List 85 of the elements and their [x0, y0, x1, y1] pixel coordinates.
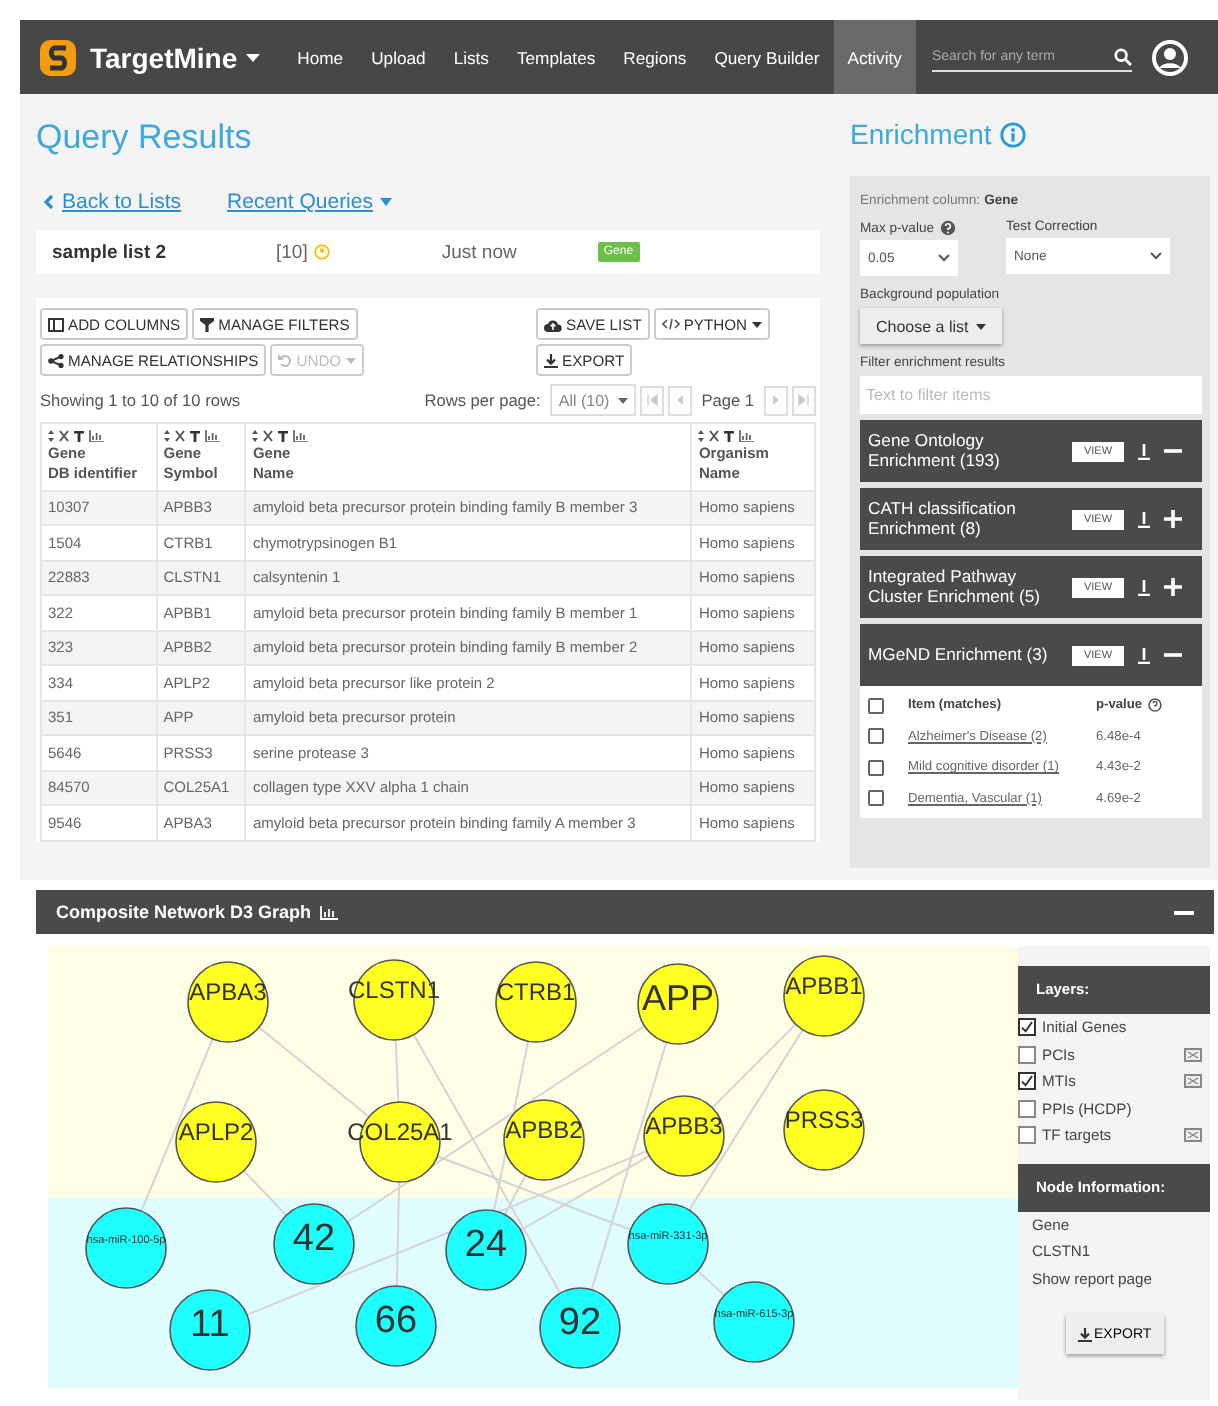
download-icon[interactable] [1136, 443, 1152, 459]
help-icon[interactable] [1148, 698, 1162, 713]
checkbox[interactable] [1018, 1018, 1036, 1037]
caret-icon [380, 198, 393, 206]
chevron-right-icon [770, 394, 782, 406]
caret-icon [617, 397, 628, 403]
nav-link[interactable]: Lists [439, 20, 503, 94]
network-node[interactable]: PRSS3 [783, 1089, 865, 1171]
column-tools-drawing[interactable] [163, 430, 220, 442]
panel-title: Composite Network D3 Graph [56, 902, 312, 922]
section-title: Integrated Pathway Cluster Enrichment (5) [868, 567, 1042, 607]
info-icon[interactable] [999, 121, 1026, 147]
download-icon[interactable] [1136, 511, 1152, 527]
network-node[interactable]: 42 [273, 1203, 355, 1285]
network-node[interactable]: APBB3 [643, 1095, 725, 1177]
chevron-left-icon [42, 194, 54, 210]
chevron-down-icon [1150, 252, 1162, 260]
expand-icon[interactable] [1164, 578, 1182, 596]
checkbox[interactable] [868, 697, 884, 714]
checkbox[interactable] [868, 790, 884, 807]
filter-field[interactable]: Text to filter items [860, 376, 1202, 414]
chart-icon [319, 905, 338, 919]
network-node[interactable]: APBA3 [187, 961, 269, 1043]
checkbox[interactable] [868, 728, 884, 745]
caret-icon[interactable] [245, 53, 260, 61]
column-tools-drawing[interactable] [48, 430, 104, 442]
share-icon [48, 353, 64, 367]
download-icon[interactable] [1136, 579, 1152, 595]
download-icon [1078, 1327, 1092, 1341]
network-node[interactable]: APBB2 [503, 1099, 585, 1181]
network-node[interactable]: 92 [539, 1287, 621, 1369]
checkbox[interactable] [1018, 1045, 1036, 1064]
list-name: sample list 2 [52, 241, 169, 263]
nav-link[interactable]: Query Builder [700, 20, 834, 94]
brand-name[interactable]: TargetMine [90, 41, 238, 73]
last-page-icon [798, 394, 810, 406]
download-icon [544, 353, 558, 367]
column-tools-drawing[interactable] [252, 430, 309, 442]
network-node[interactable]: 11 [169, 1289, 251, 1371]
rows-per-page-label: Rows per page: [424, 390, 541, 410]
code-icon [661, 318, 680, 330]
page-number: Page 1 [701, 390, 754, 410]
nav-link[interactable]: Regions [609, 20, 701, 94]
download-icon[interactable] [1136, 647, 1152, 663]
checkbox[interactable] [1018, 1099, 1036, 1118]
first-page-icon [645, 394, 658, 406]
list-count: [10] [276, 241, 308, 263]
rows-count: Showing 1 to 10 of 10 rows [40, 390, 241, 410]
filter-icon [200, 317, 215, 331]
network-node[interactable]: CTRB1 [495, 961, 577, 1043]
chevron-down-icon [938, 254, 950, 262]
checkbox[interactable] [868, 759, 884, 776]
nav-link[interactable]: Templates [502, 20, 610, 94]
expand-icon[interactable] [1164, 510, 1182, 528]
rows-per-page-select[interactable]: All (10) [550, 384, 636, 416]
caret-icon [976, 323, 987, 329]
help-icon[interactable] [940, 220, 957, 236]
nav-link[interactable]: Home [283, 20, 358, 94]
list-time: Just now [441, 241, 519, 263]
network-node[interactable]: APLP2 [175, 1101, 257, 1183]
checkbox[interactable] [1018, 1072, 1036, 1091]
user-icon[interactable] [1151, 39, 1188, 75]
section-title: MGeND Enrichment (3) [868, 645, 1050, 665]
panel-title: Enrichment [850, 118, 992, 150]
chevron-left-icon [673, 394, 686, 406]
logo-icon [38, 37, 78, 77]
nav-link[interactable]: Activity [833, 20, 916, 94]
page-title: Query Results [36, 118, 254, 160]
undo-icon [278, 353, 293, 367]
network-node[interactable]: 24 [445, 1209, 527, 1291]
collapse-icon[interactable] [1174, 909, 1194, 915]
user-icon [313, 244, 330, 260]
search-icon[interactable] [1114, 47, 1132, 65]
nav-link[interactable]: Upload [357, 20, 440, 94]
section-title: Gene Ontology Enrichment (193) [868, 431, 1002, 471]
network-edge [696, 1269, 726, 1297]
column-tools-drawing[interactable] [698, 430, 755, 442]
checkbox[interactable] [1018, 1126, 1036, 1145]
choose-list-button[interactable]: Choose a list [860, 308, 1003, 344]
network-node[interactable]: APP [637, 963, 719, 1045]
network-node[interactable]: APBB1 [783, 955, 865, 1037]
section-title: CATH classification Enrichment (8) [868, 499, 1018, 539]
cloud-upload-icon [544, 317, 562, 331]
columns-icon [48, 317, 64, 331]
network-node[interactable]: 66 [355, 1285, 437, 1367]
